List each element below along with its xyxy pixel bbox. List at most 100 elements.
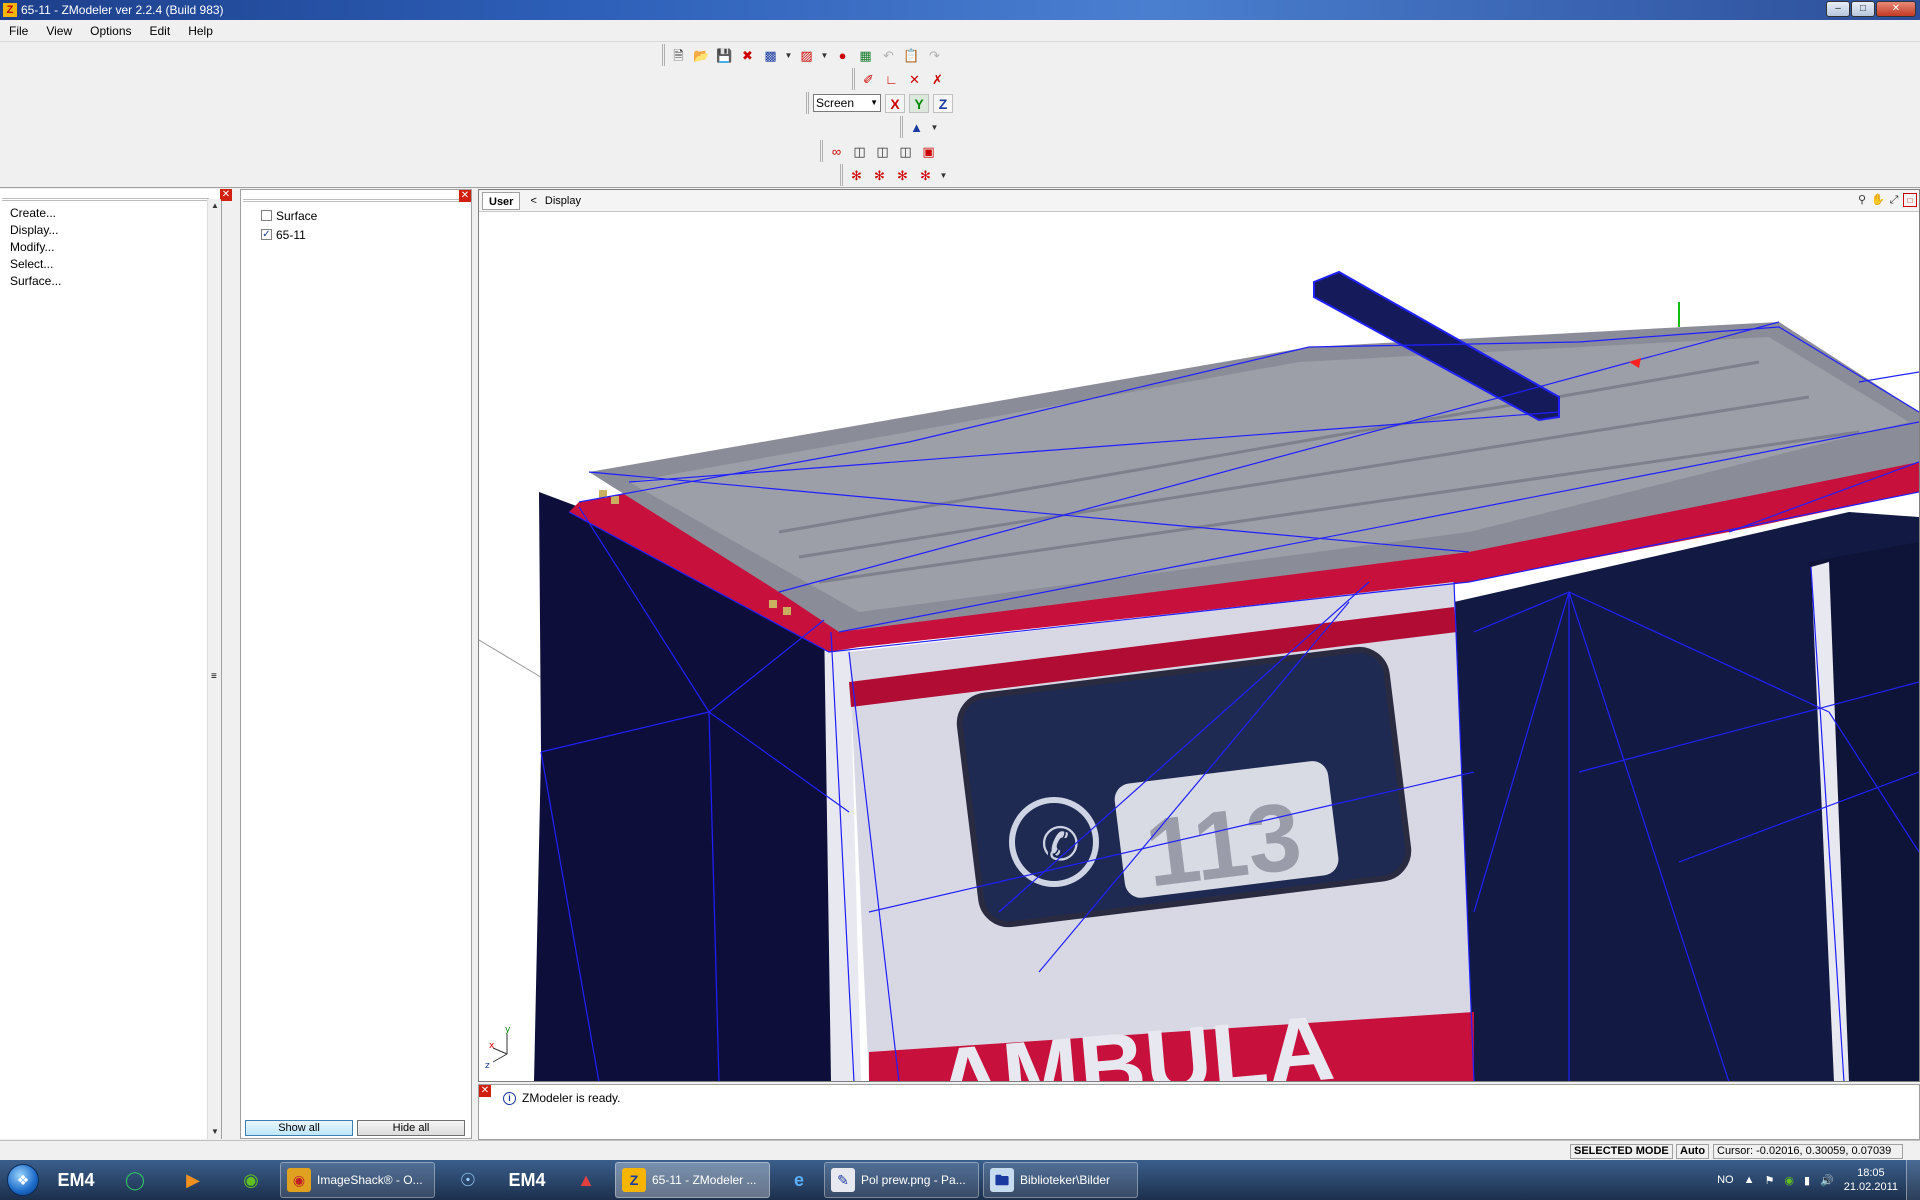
- taskbar-item-explorer[interactable]: 🖿 Biblioteker\Bilder: [983, 1162, 1138, 1198]
- volume-icon[interactable]: 🔊: [1820, 1174, 1834, 1187]
- tray-app-icon[interactable]: ◉: [1784, 1174, 1794, 1187]
- import-dropdown-icon[interactable]: ▼: [784, 46, 793, 65]
- menu-edit[interactable]: Edit: [141, 24, 180, 38]
- command-select[interactable]: Select...: [10, 256, 61, 273]
- open-file-icon[interactable]: 📂: [692, 46, 711, 65]
- viewport-back-arrow[interactable]: <: [530, 195, 536, 207]
- maximize-viewport-icon[interactable]: □: [1903, 193, 1917, 207]
- object-label-surface: Surface: [276, 208, 318, 223]
- select-object-icon[interactable]: ◫: [896, 142, 915, 161]
- start-button[interactable]: ❖: [0, 1160, 46, 1200]
- new-file-icon[interactable]: 🗎: [669, 46, 688, 65]
- object-row-65-11[interactable]: ✓ 65-11: [261, 225, 317, 244]
- tray-clock[interactable]: 18:05 21.02.2011: [1844, 1166, 1898, 1194]
- axis-label-y: y: [505, 1025, 511, 1035]
- select-vertex-icon[interactable]: ∞: [827, 142, 846, 161]
- command-display[interactable]: Display...: [10, 222, 61, 239]
- axis-x-button[interactable]: X: [885, 93, 905, 113]
- taskbar-pin-network-icon[interactable]: ☉: [439, 1161, 497, 1199]
- shading-dropdown-icon[interactable]: ▼: [930, 118, 939, 137]
- object-row-surface[interactable]: Surface: [261, 206, 317, 225]
- taskbar-item-zmodeler[interactable]: Z 65-11 - ZModeler ...: [615, 1162, 770, 1198]
- export-dropdown-icon[interactable]: ▼: [820, 46, 829, 65]
- fit-view-icon[interactable]: ⤢: [1887, 193, 1901, 207]
- object-checkbox-65-11[interactable]: ✓: [261, 229, 272, 240]
- import-icon[interactable]: ▩: [761, 46, 780, 65]
- network-signal-icon[interactable]: ▮: [1804, 1174, 1810, 1187]
- viewport-tab-user[interactable]: User: [482, 191, 521, 210]
- tool-d-icon[interactable]: ✻: [916, 166, 935, 185]
- taskbar-item-paint[interactable]: ✎ Pol prew.png - Pa...: [824, 1162, 979, 1198]
- minimize-button[interactable]: –: [1826, 1, 1850, 17]
- menu-options[interactable]: Options: [81, 24, 140, 38]
- select-mode-icon[interactable]: ▣: [919, 142, 938, 161]
- tool-c-icon[interactable]: ✻: [893, 166, 912, 185]
- scroll-down-icon[interactable]: ▼: [208, 1125, 222, 1139]
- info-icon: i: [503, 1091, 516, 1105]
- delete-icon[interactable]: ✖: [738, 46, 757, 65]
- close-window-button[interactable]: ✕: [1876, 1, 1916, 17]
- chrome-icon: ◉: [287, 1168, 311, 1192]
- tool-b-icon[interactable]: ✻: [870, 166, 889, 185]
- maximize-button[interactable]: □: [1851, 1, 1875, 17]
- language-indicator[interactable]: NO: [1717, 1174, 1734, 1186]
- save-file-icon[interactable]: 💾: [715, 46, 734, 65]
- menu-file[interactable]: File: [0, 24, 37, 38]
- object-checkbox-surface[interactable]: [261, 210, 272, 221]
- tray-flag-icon[interactable]: ⚑: [1765, 1174, 1775, 1187]
- undo-icon[interactable]: ↶: [879, 46, 898, 65]
- taskbar-pin-spotify-icon[interactable]: ◉: [222, 1161, 280, 1199]
- transform-toolbar: ✐ ∟ ✕ ✗: [852, 68, 951, 90]
- select-face-icon[interactable]: ◫: [873, 142, 892, 161]
- status-cursor: Cursor: -0.02016, 0.30059, 0.07039: [1713, 1144, 1903, 1159]
- hide-all-button[interactable]: Hide all: [357, 1120, 465, 1136]
- zmodeler-app-icon[interactable]: Z: [3, 3, 17, 17]
- brush-icon[interactable]: ✐: [859, 70, 878, 89]
- viewport-breadcrumb[interactable]: Display: [545, 195, 581, 207]
- menu-view[interactable]: View: [37, 24, 81, 38]
- taskbar-pin-game-icon[interactable]: ▲: [557, 1161, 615, 1199]
- log-panel-close-icon[interactable]: ✕: [479, 1085, 491, 1097]
- taskbar-pin-em4-second[interactable]: EM4: [497, 1161, 557, 1199]
- 3d-viewport[interactable]: User < Display ⚲ ✋ ⤢ □ ✆ 113 AMBULA y x …: [478, 189, 1920, 1082]
- tools-dropdown-icon[interactable]: ▼: [939, 166, 948, 185]
- taskbar-pin-em4[interactable]: EM4: [46, 1161, 106, 1199]
- taskbar-pin-ie-icon[interactable]: e: [774, 1161, 824, 1199]
- axis-indicator: y x z: [485, 1025, 511, 1071]
- command-scrollbar[interactable]: ▲ ≡ ▼: [207, 199, 221, 1139]
- 3d-scene[interactable]: ✆ 113 AMBULA y x z: [479, 212, 1919, 1081]
- clipboard-icon[interactable]: 📋: [902, 46, 921, 65]
- command-create[interactable]: Create...: [10, 205, 61, 222]
- axis-y-button[interactable]: Y: [909, 93, 929, 113]
- record-icon[interactable]: ●: [833, 46, 852, 65]
- shading-drop-icon[interactable]: ▲: [907, 118, 926, 137]
- scroll-grip-icon[interactable]: ≡: [211, 671, 217, 682]
- export-icon[interactable]: ▨: [797, 46, 816, 65]
- redo-icon[interactable]: ↷: [925, 46, 944, 65]
- show-desktop-button[interactable]: [1906, 1160, 1920, 1200]
- command-surface[interactable]: Surface...: [10, 273, 61, 290]
- show-all-button[interactable]: Show all: [245, 1120, 353, 1136]
- log-message: ZModeler is ready.: [522, 1091, 621, 1105]
- render-icon[interactable]: ▦: [856, 46, 875, 65]
- taskbar-item-label: Biblioteker\Bilder: [1020, 1173, 1111, 1187]
- tools-toolbar: ✻ ✻ ✻ ✻ ▼: [840, 164, 952, 186]
- menu-help[interactable]: Help: [179, 24, 222, 38]
- taskbar-item-imageshack[interactable]: ◉ ImageShack® - O...: [280, 1162, 435, 1198]
- pan-hand-icon[interactable]: ✋: [1871, 193, 1885, 207]
- scroll-up-icon[interactable]: ▲: [208, 199, 222, 213]
- scene-number-113: 113: [1140, 782, 1307, 907]
- tray-expand-icon[interactable]: ▲: [1744, 1174, 1755, 1186]
- rotate-axis-icon[interactable]: ✕: [905, 70, 924, 89]
- command-modify[interactable]: Modify...: [10, 239, 61, 256]
- object-panel-close-icon[interactable]: ✕: [459, 190, 471, 202]
- coord-system-select[interactable]: Screen ▼: [813, 94, 881, 112]
- taskbar-pin-swirl-icon[interactable]: ◯: [106, 1161, 164, 1199]
- scale-axis-icon[interactable]: ✗: [928, 70, 947, 89]
- tool-a-icon[interactable]: ✻: [847, 166, 866, 185]
- taskbar-pin-media-player-icon[interactable]: ▶: [164, 1161, 222, 1199]
- zoom-icon[interactable]: ⚲: [1855, 193, 1869, 207]
- axis-z-button[interactable]: Z: [933, 93, 953, 113]
- move-axis-icon[interactable]: ∟: [882, 70, 901, 89]
- select-edge-icon[interactable]: ◫: [850, 142, 869, 161]
